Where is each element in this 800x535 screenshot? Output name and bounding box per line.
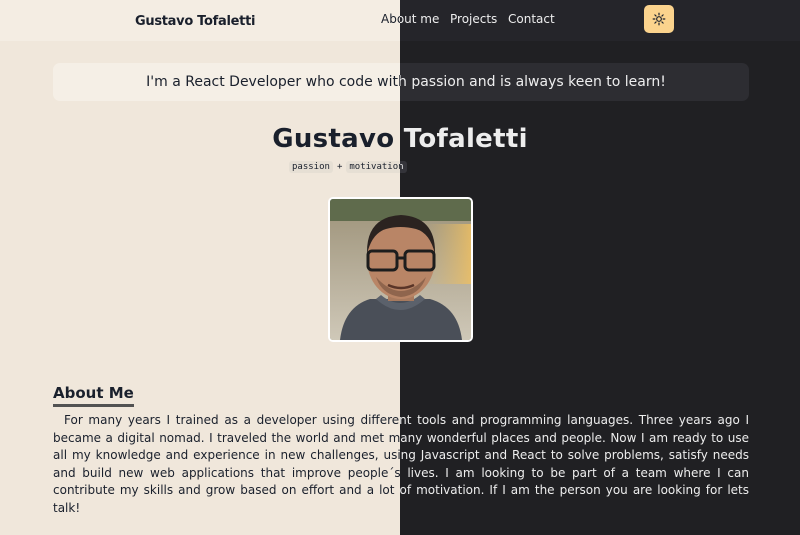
nav-link-projects-dark[interactable]: Projects — [450, 12, 497, 26]
sun-icon — [652, 12, 666, 26]
brand-logo[interactable]: Gustavo Tofaletti — [135, 14, 255, 29]
tag-passion: passion — [289, 161, 333, 173]
tag-motivation: motivation — [346, 161, 400, 173]
profile-photo — [328, 197, 473, 342]
tag-separator: + — [336, 162, 343, 172]
theme-toggle-button[interactable] — [644, 5, 674, 33]
tag-list: passion + motivation — [289, 161, 400, 173]
nav-link-contact-dark[interactable]: Contact — [508, 12, 555, 26]
about-section-title: About Me — [53, 384, 134, 407]
avatar-illustration — [330, 199, 471, 340]
